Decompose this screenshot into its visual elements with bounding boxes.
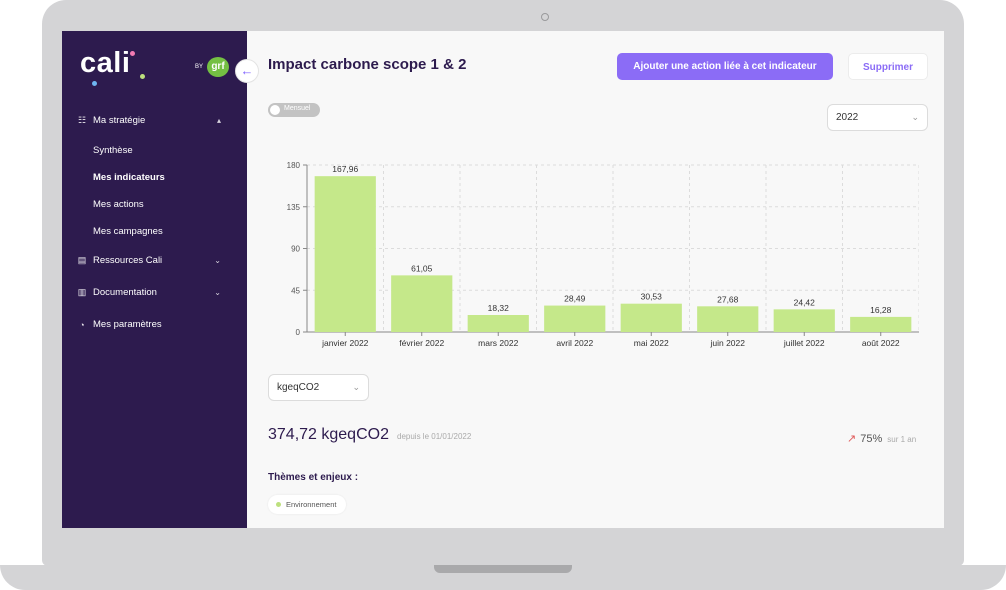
bar	[850, 316, 912, 332]
x-tick-label: juillet 2022	[783, 338, 825, 348]
sidebar: cali BY grf ☷ Ma stratégie ▴ Synthèse Me…	[62, 31, 247, 528]
x-tick-label: mai 2022	[634, 338, 669, 348]
sidebar-item-mes-parametres[interactable]: ◔ Mes paramètres	[76, 319, 221, 330]
bar	[314, 176, 376, 332]
bar	[467, 315, 529, 332]
app-screen: cali BY grf ☷ Ma stratégie ▴ Synthèse Me…	[62, 31, 944, 528]
add-action-button[interactable]: Ajouter une action liée à cet indicateur	[617, 53, 833, 80]
y-tick-label: 45	[291, 286, 300, 295]
settings-icon: ◔	[79, 319, 85, 330]
trend-up-icon: ↗	[847, 433, 857, 445]
cali-logo[interactable]: cali	[80, 47, 130, 80]
year-select[interactable]: 2022 ⌄	[827, 104, 928, 131]
monthly-toggle[interactable]: Mensuel	[268, 103, 320, 117]
y-tick-label: 135	[287, 203, 301, 212]
tag-dot	[276, 502, 281, 507]
sidebar-subitem-synthese[interactable]: Synthèse	[93, 145, 133, 156]
data-label: 27,68	[717, 294, 739, 304]
data-label: 28,49	[564, 294, 586, 304]
toggle-knob	[270, 105, 280, 115]
unit-select-value: kgeqCO2	[277, 382, 320, 393]
data-label: 24,42	[794, 297, 816, 307]
logo-dot-pink	[130, 51, 135, 56]
bar	[773, 309, 835, 332]
chevron-down-icon: ⌄	[911, 112, 919, 122]
theme-tag[interactable]: Environnement	[268, 495, 347, 514]
bar	[620, 303, 682, 332]
logo-dot-green	[140, 74, 145, 79]
sidebar-item-documentation[interactable]: ▥ Documentation ⌄	[76, 287, 221, 298]
delete-button[interactable]: Supprimer	[848, 53, 928, 80]
sidebar-item-ma-strategie[interactable]: ☷ Ma stratégie ▴	[76, 115, 221, 126]
bar	[391, 275, 453, 332]
themes-title: Thèmes et enjeux :	[268, 472, 359, 483]
unit-select[interactable]: kgeqCO2 ⌄	[268, 374, 369, 401]
y-tick-label: 180	[287, 161, 301, 170]
data-label: 30,53	[641, 292, 663, 302]
strategy-icon: ☷	[77, 115, 87, 125]
sidebar-subitem-mes-actions[interactable]: Mes actions	[93, 199, 144, 210]
total-value: 374,72 kgeqCO2	[268, 426, 389, 443]
chevron-up-icon: ▴	[216, 116, 221, 125]
chevron-down-icon: ⌄	[214, 256, 221, 265]
x-tick-label: janvier 2022	[321, 338, 369, 348]
trend-indicator: ↗ 75% sur 1 an	[847, 432, 916, 445]
main-content: Impact carbone scope 1 & 2 Ajouter une a…	[247, 31, 944, 528]
collapse-sidebar-button[interactable]: ←	[235, 59, 259, 83]
bar	[544, 305, 606, 332]
sidebar-item-label: Ressources Cali	[93, 255, 163, 266]
data-label: 167,96	[332, 164, 358, 174]
book-icon: ▤	[77, 255, 87, 265]
x-tick-label: février 2022	[399, 338, 444, 348]
arrow-left-icon: ←	[240, 63, 254, 78]
bar	[697, 306, 759, 332]
carbon-bar-chart: 0 45 90 135 180 167,96 janvier 2022 61,05 févrie…	[287, 161, 919, 348]
sidebar-item-ressources-cali[interactable]: ▤ Ressources Cali ⌄	[76, 255, 221, 266]
x-tick-label: mars 2022	[478, 338, 518, 348]
chevron-down-icon: ⌄	[214, 288, 221, 297]
sidebar-item-label: Mes paramètres	[93, 319, 162, 330]
sidebar-item-label: Ma stratégie	[93, 115, 146, 126]
since-date: depuis le 01/01/2022	[397, 432, 472, 441]
trend-percent: 75%	[860, 433, 883, 445]
theme-tag-label: Environnement	[286, 500, 337, 509]
data-label: 16,28	[870, 305, 892, 315]
data-label: 61,05	[411, 263, 433, 273]
y-tick-label: 90	[291, 245, 300, 254]
y-tick-label: 0	[296, 328, 301, 337]
laptop-notch	[434, 565, 572, 573]
grf-logo: grf	[207, 57, 229, 77]
sidebar-subitem-mes-campagnes[interactable]: Mes campagnes	[93, 226, 163, 237]
year-select-value: 2022	[836, 112, 859, 123]
camera-icon	[541, 13, 549, 21]
x-tick-label: juin 2022	[709, 338, 745, 348]
toggle-label: Mensuel	[284, 105, 311, 112]
x-tick-label: avril 2022	[556, 338, 593, 348]
page-title: Impact carbone scope 1 & 2	[268, 56, 467, 73]
data-label: 18,32	[488, 303, 510, 313]
sidebar-subitem-mes-indicateurs[interactable]: Mes indicateurs	[93, 172, 165, 183]
chevron-down-icon: ⌄	[352, 382, 360, 392]
sidebar-item-label: Documentation	[93, 287, 157, 298]
by-label: BY	[195, 64, 204, 70]
document-icon: ▥	[77, 287, 87, 297]
x-tick-label: août 2022	[862, 338, 900, 348]
trend-period: sur 1 an	[887, 435, 917, 444]
logo-dot-blue	[92, 81, 97, 86]
